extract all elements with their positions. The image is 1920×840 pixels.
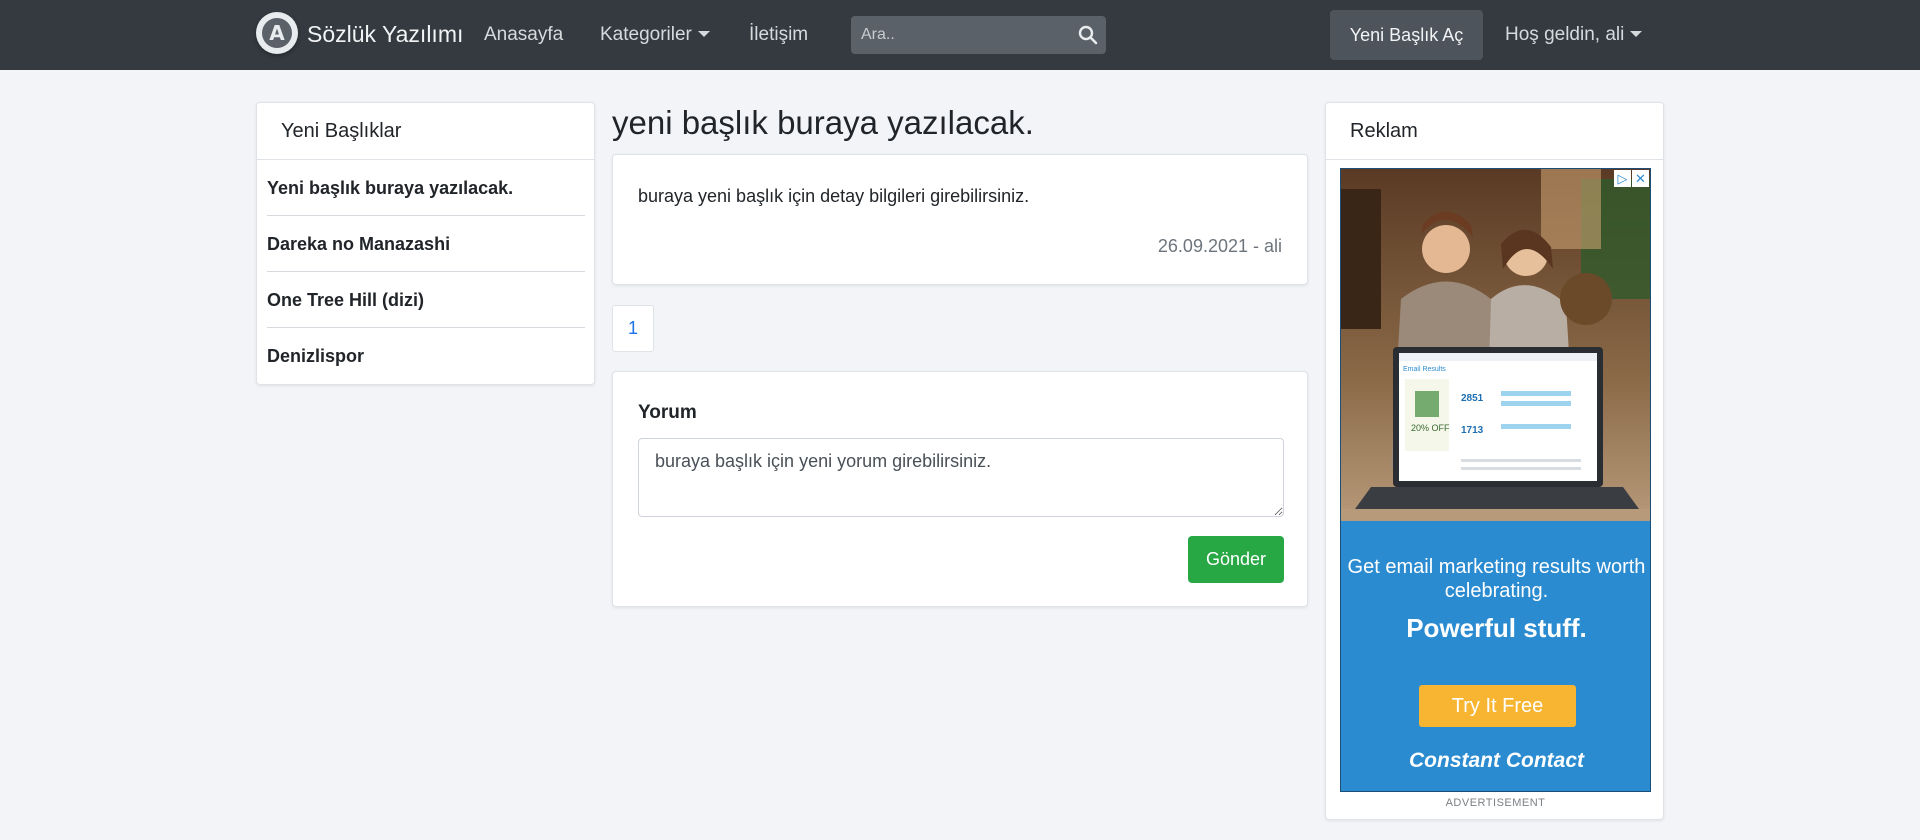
divider — [267, 215, 585, 216]
ad-controls: ▷ ✕ — [1614, 170, 1649, 187]
divider — [267, 327, 585, 328]
sidebar-topic-item[interactable]: Yeni başlık buraya yazılacak. — [267, 178, 585, 199]
entry-meta: 26.09.2021 - ali — [1157, 236, 1282, 256]
sidebar-topic-item[interactable]: Denizlispor — [267, 346, 585, 367]
brand-name[interactable]: Sözlük Yazılımı — [307, 21, 463, 48]
search-input[interactable] — [861, 16, 1061, 54]
brand-logo-icon[interactable]: A — [256, 12, 298, 54]
ad-info-icon[interactable]: ▷ — [1614, 170, 1631, 187]
ad-caption: ADVERTISEMENT — [1445, 797, 1546, 809]
close-icon[interactable]: ✕ — [1632, 170, 1649, 187]
user-menu[interactable]: Hoş geldin, ali — [1505, 24, 1643, 46]
search-icon[interactable] — [1078, 25, 1098, 45]
chevron-down-icon — [697, 31, 710, 37]
pagination-page-1[interactable]: 1 — [612, 305, 654, 352]
send-button[interactable]: Gönder — [1188, 536, 1284, 583]
ad-mock-stat-1: 2851 — [1461, 393, 1484, 404]
top-navbar: A Sözlük Yazılımı Anasayfa Kategoriler İ… — [0, 0, 1920, 70]
user-menu-label: Hoş geldin, ali — [1505, 24, 1625, 45]
new-topics-title: Yeni Başlıklar — [257, 103, 594, 160]
ad-photo-image: Email Results 20% OFF 2851 1713 — [1341, 169, 1650, 521]
ad-title: Reklam — [1326, 103, 1663, 160]
comment-label: Yorum — [638, 402, 697, 423]
ad-subheadline: Powerful stuff. — [1406, 613, 1587, 643]
entry-text: buraya yeni başlık için detay bilgileri … — [638, 186, 1030, 206]
ad-mock-promo: 20% OFF — [1411, 423, 1450, 433]
ad-mock-email-title: Email Results — [1403, 366, 1446, 373]
ad-cta-button[interactable]: Try It Free — [1419, 685, 1576, 727]
chevron-down-icon — [1630, 31, 1643, 37]
ad-banner[interactable]: Email Results 20% OFF 2851 1713 ▷ ✕ Get … — [1340, 168, 1651, 792]
nav-link-home[interactable]: Anasayfa — [484, 24, 563, 46]
comment-card: Yorum buraya başlık için yeni yorum gire… — [612, 371, 1308, 607]
entry-card: buraya yeni başlık için detay bilgileri … — [612, 154, 1308, 285]
ad-mock-stat-2: 1713 — [1461, 425, 1484, 436]
nav-link-categories-label: Kategoriler — [600, 24, 692, 45]
search-box — [851, 16, 1106, 54]
new-topics-card: Yeni Başlıklar Yeni başlık buraya yazıla… — [256, 102, 595, 385]
new-topic-button[interactable]: Yeni Başlık Aç — [1330, 10, 1483, 60]
divider — [267, 271, 585, 272]
sidebar-topic-item[interactable]: One Tree Hill (dizi) — [267, 290, 585, 311]
ad-brand-logo: Constant Contact — [1409, 749, 1584, 772]
page-title: yeni başlık buraya yazılacak. — [612, 104, 1034, 141]
nav-link-categories[interactable]: Kategoriler — [600, 24, 710, 46]
sidebar-topic-item[interactable]: Dareka no Manazashi — [267, 234, 585, 255]
ad-headline: Get email marketing results worth celebr… — [1347, 556, 1646, 602]
nav-link-contact[interactable]: İletişim — [749, 24, 808, 46]
comment-textarea[interactable]: buraya başlık için yeni yorum girebilirs… — [638, 438, 1284, 517]
ad-card: Reklam Email Results 20% OFF 2851 1713 ▷… — [1325, 102, 1664, 820]
